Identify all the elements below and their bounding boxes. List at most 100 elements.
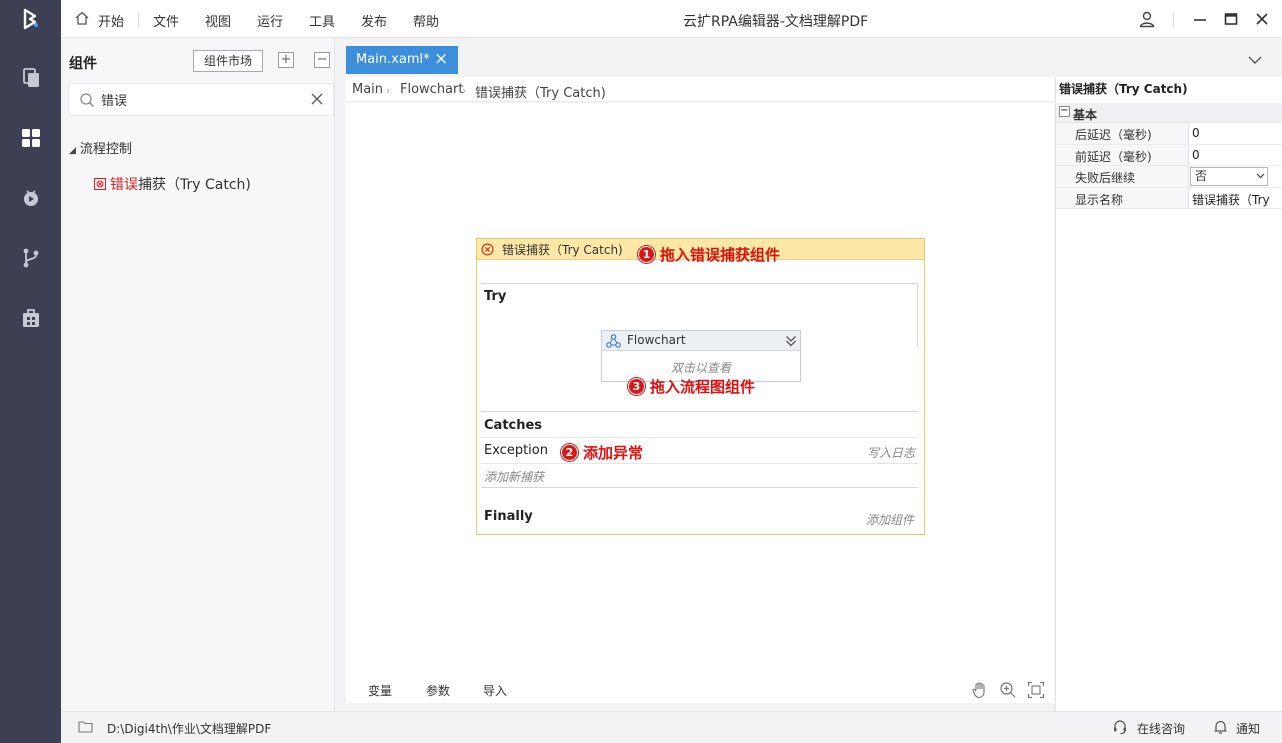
expand-all-icon[interactable]: +: [278, 52, 294, 68]
menu-file[interactable]: 文件: [153, 11, 179, 30]
designer-canvas[interactable]: 错误捕获（Try Catch) Try Flowchart 双击以查看 Catc…: [346, 103, 1054, 703]
tab-main-xaml[interactable]: Main.xaml* ×: [346, 46, 458, 74]
left-rail: [0, 0, 61, 743]
flowchart-hint: 双击以查看: [671, 361, 732, 375]
breadcrumb-flowchart[interactable]: Flowchart: [400, 82, 463, 97]
top-menu-bar: 开始 文件 视图 运行 工具 发布 帮助 云扩RPA编辑器-文档理解PDF: [61, 0, 1282, 38]
breadcrumb-main[interactable]: Main: [352, 82, 383, 97]
notifications-link[interactable]: 通知: [1236, 720, 1260, 737]
divider: [481, 411, 918, 412]
annotation-text: 拖入流程图组件: [650, 378, 756, 396]
try-frame-top: [481, 283, 918, 284]
continue-on-error-select[interactable]: 否: [1190, 167, 1268, 186]
designer-bottom-bar: 变量 参数 导入: [346, 679, 1054, 703]
tab-variables[interactable]: 变量: [368, 682, 392, 699]
clear-search-icon[interactable]: [311, 93, 323, 109]
property-row: 后延迟（毫秒) 0: [1056, 123, 1282, 145]
menu-publish[interactable]: 发布: [361, 11, 387, 30]
menu-tools[interactable]: 工具: [309, 11, 335, 30]
bell-icon: [1213, 719, 1228, 738]
add-catch-link[interactable]: 添加新捕获: [484, 468, 544, 485]
menu-help[interactable]: 帮助: [413, 11, 439, 30]
property-value[interactable]: 错误捕获（Try: [1192, 191, 1282, 208]
menu-run[interactable]: 运行: [257, 11, 283, 30]
flowchart-icon: [606, 334, 621, 352]
tab-arguments[interactable]: 参数: [426, 682, 450, 699]
component-market-button[interactable]: 组件市场: [193, 50, 263, 72]
fit-screen-icon[interactable]: [1027, 681, 1045, 703]
tree-item-try-catch[interactable]: 错误捕获（Try Catch): [94, 174, 251, 194]
annotation-text: 拖入错误捕获组件: [660, 246, 781, 264]
annotation-number: 3: [628, 378, 645, 395]
hand-pan-icon[interactable]: [971, 681, 989, 703]
online-consult-link[interactable]: 在线咨询: [1137, 720, 1185, 737]
menu-start[interactable]: 开始: [98, 11, 124, 30]
tree-category[interactable]: ◢ 流程控制: [69, 138, 132, 157]
finally-add-activity[interactable]: 添加组件: [866, 511, 914, 528]
project-path: D:\Digi4th\作业\文档理解PDF: [107, 722, 272, 736]
collapse-all-icon[interactable]: −: [314, 52, 330, 68]
properties-panel: 错误捕获（Try Catch) − 基本 后延迟（毫秒) 0 前延迟（毫秒) 0…: [1055, 77, 1282, 711]
try-catch-activity[interactable]: 错误捕获（Try Catch) Try Flowchart 双击以查看 Catc…: [476, 238, 925, 535]
tab-label: Main.xaml*: [356, 52, 430, 67]
property-row: 显示名称 错误捕获（Try: [1056, 187, 1282, 209]
group-label: 基本: [1073, 108, 1098, 122]
git-branch-icon[interactable]: [0, 233, 61, 283]
status-bar: D:\Digi4th\作业\文档理解PDF 在线咨询 通知: [61, 711, 1282, 743]
components-icon[interactable]: [0, 113, 61, 163]
close-tab-icon[interactable]: ×: [434, 49, 448, 69]
property-key: 显示名称: [1056, 187, 1189, 208]
home-icon[interactable]: [74, 10, 90, 30]
exception-row[interactable]: Exception: [484, 443, 548, 458]
exception-action[interactable]: 写入日志: [867, 444, 915, 461]
document-tabs: Main.xaml* ×: [346, 46, 1282, 74]
item-label: 捕获（Try Catch): [138, 177, 251, 193]
item-highlight: 错误: [110, 177, 138, 193]
search-input[interactable]: [101, 92, 301, 107]
property-grid: − 基本 后延迟（毫秒) 0 前延迟（毫秒) 0 失败后继续 否 显示名称 错误…: [1056, 103, 1282, 209]
maximize-icon[interactable]: [1220, 8, 1242, 30]
app-window: 开始 文件 视图 运行 工具 发布 帮助 云扩RPA编辑器-文档理解PDF 组件…: [0, 0, 1282, 743]
collapse-group-icon[interactable]: −: [1059, 106, 1070, 117]
breadcrumb-separator: ›: [462, 84, 467, 97]
package-icon[interactable]: [0, 293, 61, 343]
annotation-2: 2 添加异常: [561, 442, 643, 463]
property-value[interactable]: 0: [1192, 148, 1282, 162]
expand-double-chevron-icon[interactable]: [785, 334, 797, 352]
category-label: 流程控制: [79, 142, 132, 157]
debug-icon[interactable]: [0, 173, 61, 223]
files-icon[interactable]: [0, 53, 61, 103]
window-divider: [1173, 12, 1174, 28]
expanded-triangle-icon: ◢: [69, 146, 76, 156]
property-group-basic[interactable]: − 基本: [1056, 103, 1282, 123]
finally-label: Finally: [484, 509, 533, 524]
component-search: [68, 83, 334, 116]
chevron-down-icon: [1256, 168, 1265, 184]
try-catch-icon: [94, 178, 106, 194]
flowchart-header: Flowchart: [602, 331, 800, 351]
flowchart-activity[interactable]: Flowchart 双击以查看: [601, 330, 801, 382]
chevron-down-icon[interactable]: [1248, 54, 1262, 69]
user-icon[interactable]: [1136, 8, 1158, 30]
annotation-number: 2: [561, 444, 578, 461]
annotation-text: 添加异常: [583, 444, 644, 462]
property-key: 失败后继续: [1056, 166, 1189, 187]
headset-icon: [1112, 719, 1128, 738]
try-catch-icon: [481, 243, 494, 260]
menu-view[interactable]: 视图: [205, 11, 231, 30]
select-value: 否: [1195, 169, 1208, 183]
property-row: 前延迟（毫秒) 0: [1056, 144, 1282, 166]
divider: [481, 437, 918, 438]
try-frame-right: [917, 283, 918, 347]
property-row: 失败后继续 否: [1056, 166, 1282, 188]
zoom-in-icon[interactable]: [999, 681, 1017, 703]
flowchart-title: Flowchart: [627, 333, 686, 347]
logo-icon: [0, 0, 61, 38]
property-value[interactable]: 0: [1192, 126, 1282, 140]
window-title: 云扩RPA编辑器-文档理解PDF: [683, 14, 869, 30]
search-icon: [79, 92, 95, 112]
minimize-icon[interactable]: [1189, 8, 1211, 30]
close-window-icon[interactable]: [1251, 8, 1273, 30]
property-key: 后延迟（毫秒): [1056, 123, 1189, 144]
tab-imports[interactable]: 导入: [483, 682, 507, 699]
